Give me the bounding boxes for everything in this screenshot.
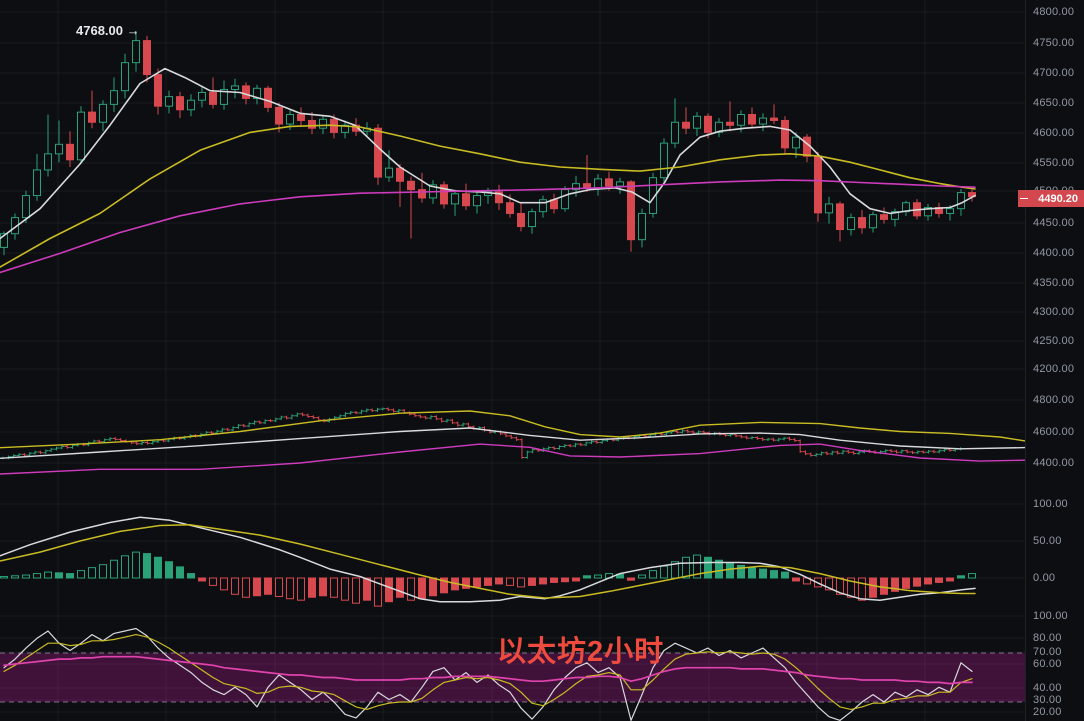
axis-label: 4600.00 bbox=[1033, 426, 1074, 438]
axis-label: 0.00 bbox=[1033, 572, 1055, 584]
candlestick-series bbox=[1, 31, 976, 255]
axis-label: 4250.00 bbox=[1033, 335, 1074, 347]
secondary-bars-series bbox=[1, 407, 964, 459]
axis-label: 4200.00 bbox=[1033, 363, 1074, 375]
axis-label: 80.00 bbox=[1033, 632, 1062, 644]
axis-label: 70.00 bbox=[1033, 646, 1062, 658]
macd-histogram bbox=[1, 552, 976, 606]
axis-label: 4750.00 bbox=[1033, 37, 1074, 49]
axis-label: 60.00 bbox=[1033, 658, 1062, 670]
axis-label: 4800.00 bbox=[1033, 394, 1074, 406]
last-price-value: 4490.20 bbox=[1038, 193, 1078, 205]
tag-tick-icon bbox=[1020, 198, 1028, 199]
axis-label: 30.00 bbox=[1033, 694, 1062, 706]
axis-label: 100.00 bbox=[1033, 498, 1068, 510]
axis-label: 4350.00 bbox=[1033, 277, 1074, 289]
axis-label: 4450.00 bbox=[1033, 217, 1074, 229]
axis-label: 20.00 bbox=[1033, 706, 1062, 718]
axis-label: 40.00 bbox=[1033, 682, 1062, 694]
axis-label: 50.00 bbox=[1033, 535, 1062, 547]
axis-label: 4800.00 bbox=[1033, 6, 1074, 18]
axis-label: 4700.00 bbox=[1033, 67, 1074, 79]
chart-root: 4768.00 → 以太坊2小时 4800.00 4750.00 4700.00 46… bbox=[0, 0, 1084, 721]
axis-label: 100.00 bbox=[1033, 610, 1068, 622]
secondary-ma-lines bbox=[0, 411, 1025, 474]
axis-label: 4550.00 bbox=[1033, 157, 1074, 169]
last-price-tag: 4490.20 bbox=[1018, 190, 1084, 207]
chart-canvas[interactable] bbox=[0, 0, 1025, 721]
main-ma-lines bbox=[0, 69, 975, 273]
price-axis[interactable]: 4800.00 4750.00 4700.00 4650.00 4600.00 4550.… bbox=[1025, 0, 1084, 721]
axis-label: 4600.00 bbox=[1033, 127, 1074, 139]
watermark-title: 以太坊2小时 bbox=[497, 628, 664, 670]
axis-label: 4400.00 bbox=[1033, 457, 1074, 469]
axis-label: 4400.00 bbox=[1033, 247, 1074, 259]
gridlines bbox=[0, 0, 1025, 721]
price-annotation: 4768.00 → bbox=[76, 23, 140, 38]
axis-label: 4650.00 bbox=[1033, 97, 1074, 109]
axis-label: 4300.00 bbox=[1033, 306, 1074, 318]
